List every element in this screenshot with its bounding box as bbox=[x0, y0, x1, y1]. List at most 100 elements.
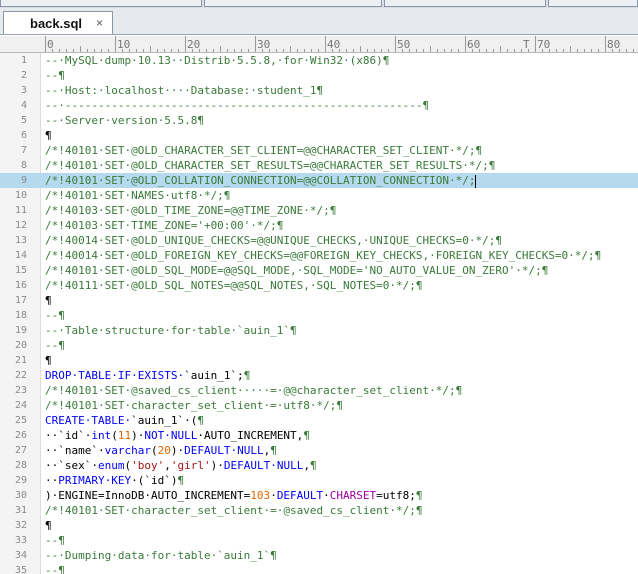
line-number: 6 bbox=[20, 130, 27, 141]
code-line: 9 /*!40101·SET·@OLD_COLLATION_CONNECTION=… bbox=[0, 173, 638, 188]
ruler-label: 80 bbox=[607, 38, 620, 51]
code-text: --·Table·structure·for·table·`auin_1`¶ bbox=[45, 323, 297, 338]
ruler-label: 10 bbox=[117, 38, 130, 51]
code-token: 11 bbox=[117, 429, 132, 442]
code-text: /*!40101·SET·@OLD_COLLATION_CONNECTION=@… bbox=[45, 173, 477, 188]
code-token: --·Dumping·data·for·table·`auin_1`¶ bbox=[45, 549, 277, 562]
code-line: 21 ¶ bbox=[0, 353, 638, 368]
code-token: --·Host:·localhost····Database:·student_… bbox=[45, 84, 324, 97]
code-token: --¶ bbox=[45, 534, 65, 547]
code-token: --·Server·version·5.5.8¶ bbox=[45, 114, 204, 127]
code-token: --¶ bbox=[45, 564, 65, 574]
code-line: 10 /*!40101·SET·NAMES·utf8·*/;¶ bbox=[0, 188, 638, 203]
code-token: ¶ bbox=[270, 444, 277, 457]
code-token: NOT·NULL bbox=[144, 429, 198, 442]
line-number: 28 bbox=[14, 460, 27, 471]
file-tab-label: back.sql bbox=[30, 16, 83, 31]
code-token: =utf8; bbox=[376, 489, 416, 502]
code-line: 27 ··`name`·varchar(20)·DEFAULT·NULL,¶ bbox=[0, 443, 638, 458]
code-token: `auin_1`; bbox=[184, 369, 244, 382]
line-number: 14 bbox=[14, 250, 27, 261]
code-line: 6 ¶ bbox=[0, 128, 638, 143]
line-number: 21 bbox=[14, 355, 27, 366]
code-line: 34 --·Dumping·data·for·table·`auin_1`¶ bbox=[0, 548, 638, 563]
code-text: ¶ bbox=[45, 518, 52, 533]
code-line: 35 --¶ bbox=[0, 563, 638, 574]
code-text: --·MySQL·dump·10.13··Distrib·5.5.8,·for·… bbox=[45, 53, 389, 68]
code-token: ·(`id`) bbox=[131, 474, 178, 487]
code-token: CREATE·TABLE· bbox=[45, 414, 132, 427]
code-token: /*!40101·SET·@OLD_CHARACTER_SET_CLIENT=@… bbox=[45, 144, 483, 157]
code-line: 3 --·Host:·localhost····Database:·student… bbox=[0, 83, 638, 98]
code-token: ¶ bbox=[177, 474, 185, 487]
code-token: )· bbox=[131, 429, 145, 442]
code-line: 5 --·Server·version·5.5.8¶ bbox=[0, 113, 638, 128]
line-number: 9 bbox=[20, 175, 27, 186]
ruler-label: 30 bbox=[257, 38, 270, 51]
code-line: 32 ¶ bbox=[0, 518, 638, 533]
code-line: 18 --¶ bbox=[0, 308, 638, 323]
line-number: 35 bbox=[14, 565, 27, 574]
code-token: 20 bbox=[157, 444, 171, 457]
line-number: 33 bbox=[14, 535, 27, 546]
line-number: 8 bbox=[20, 160, 27, 171]
code-text: /*!40014·SET·@OLD_FOREIGN_KEY_CHECKS=@@F… bbox=[45, 248, 601, 263]
code-token: · bbox=[323, 489, 330, 502]
line-number: 25 bbox=[14, 415, 27, 426]
code-line: 13 /*!40014·SET·@OLD_UNIQUE_CHECKS=@@UNIQ… bbox=[0, 233, 638, 248]
ruler-label: 60 bbox=[467, 38, 480, 51]
code-token: --¶ bbox=[45, 339, 65, 352]
code-text: /*!40103·SET·TIME_ZONE='+00:00'·*/;¶ bbox=[45, 218, 283, 233]
code-token: /*!40101·SET·@OLD_COLLATION_CONNECTION=@… bbox=[45, 174, 476, 187]
ruler-label: 20 bbox=[187, 38, 200, 51]
text-caret bbox=[475, 174, 477, 188]
code-token: DROP·TABLE·IF·EXISTS· bbox=[45, 369, 185, 382]
code-token: )· bbox=[210, 459, 224, 472]
code-text: --¶ bbox=[45, 533, 65, 548]
code-text: --·Dumping·data·for·table·`auin_1`¶ bbox=[45, 548, 277, 563]
code-token: ¶ bbox=[45, 519, 52, 532]
ruler-label: 70 bbox=[537, 38, 550, 51]
code-line: 23 /*!40101·SET·@saved_cs_client·····=·@@… bbox=[0, 383, 638, 398]
code-text: --·Host:·localhost····Database:·student_… bbox=[45, 83, 323, 98]
code-line: 30)·ENGINE=InnoDB·AUTO_INCREMENT=103·DEF… bbox=[0, 488, 638, 503]
code-editor[interactable]: 1 --·MySQL·dump·10.13··Distrib·5.5.8,·for… bbox=[0, 53, 638, 574]
code-text: --·-------------------------------------… bbox=[45, 98, 429, 113]
line-number: 18 bbox=[14, 310, 27, 321]
line-number: 13 bbox=[14, 235, 27, 246]
code-token: ·· bbox=[45, 474, 59, 487]
line-number: 4 bbox=[20, 100, 27, 111]
code-token: , bbox=[303, 459, 310, 472]
ruler-label: 0 bbox=[47, 38, 54, 51]
code-text: DROP·TABLE·IF·EXISTS·`auin_1`;¶ bbox=[45, 368, 250, 383]
line-number: 16 bbox=[14, 280, 27, 291]
code-token: PRIMARY·KEY bbox=[58, 474, 132, 487]
code-token: ¶ bbox=[45, 129, 52, 142]
code-token: DEFAULT·NULL bbox=[184, 444, 264, 457]
line-number: 20 bbox=[14, 340, 27, 351]
code-token: ( bbox=[150, 444, 158, 457]
column-ruler: 0 10 20 30 40 50 60 T 70 80 bbox=[0, 36, 638, 53]
line-number: 19 bbox=[14, 325, 27, 336]
code-token: --¶ bbox=[45, 309, 65, 322]
code-text: )·ENGINE=InnoDB·AUTO_INCREMENT=103·DEFAU… bbox=[45, 488, 423, 503]
code-token: ¶ bbox=[415, 489, 423, 502]
code-token: /*!40014·SET·@OLD_UNIQUE_CHECKS=@@UNIQUE… bbox=[45, 234, 502, 247]
line-number: 2 bbox=[20, 70, 27, 81]
code-line: 2 --¶ bbox=[0, 68, 638, 83]
close-icon[interactable]: × bbox=[96, 16, 103, 30]
code-line: 14 /*!40014·SET·@OLD_FOREIGN_KEY_CHECKS=@… bbox=[0, 248, 638, 263]
code-token: /*!40103·SET·@OLD_TIME_ZONE=@@TIME_ZONE·… bbox=[45, 204, 337, 217]
file-tab[interactable]: back.sql × bbox=[3, 11, 113, 34]
code-text: /*!40101·SET·character_set_client·=·@sav… bbox=[45, 503, 423, 518]
ruler-label: T bbox=[523, 38, 530, 51]
code-text: /*!40014·SET·@OLD_UNIQUE_CHECKS=@@UNIQUE… bbox=[45, 233, 502, 248]
code-text: --·Server·version·5.5.8¶ bbox=[45, 113, 204, 128]
code-line: 16 /*!40111·SET·@OLD_SQL_NOTES=@@SQL_NOTE… bbox=[0, 278, 638, 293]
code-token: /*!40014·SET·@OLD_FOREIGN_KEY_CHECKS=@@F… bbox=[45, 249, 602, 262]
code-token: ¶ bbox=[309, 459, 317, 472]
code-text: ¶ bbox=[45, 353, 52, 368]
code-text: CREATE·TABLE·`auin_1`·(¶ bbox=[45, 413, 204, 428]
code-line: 1 --·MySQL·dump·10.13··Distrib·5.5.8,·for… bbox=[0, 53, 638, 68]
line-number: 7 bbox=[20, 145, 27, 156]
